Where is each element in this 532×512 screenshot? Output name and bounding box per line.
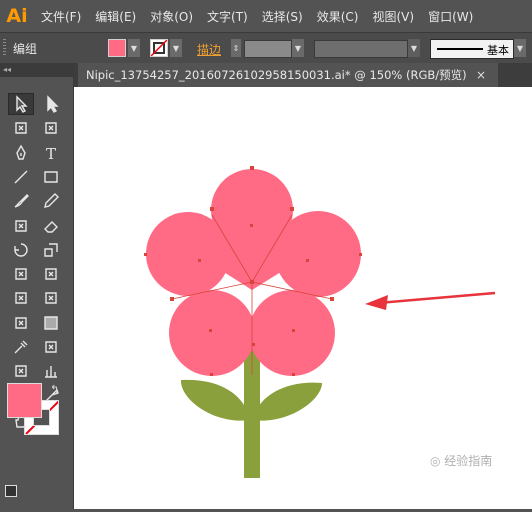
brush-definition-select[interactable]: 基本 [430,39,514,59]
blob-brush-tool-button[interactable] [8,215,34,237]
profile-dropdown-arrow[interactable]: ▼ [408,39,420,57]
symbol-sprayer-icon [15,365,27,377]
selection-tool-button[interactable] [8,93,34,115]
app-logo: Ai [6,5,28,27]
pointer-arrow [365,291,496,310]
stroke-color-swatch[interactable] [150,39,168,57]
rotate-icon [14,243,28,257]
eyedropper-icon [14,340,28,354]
lasso-icon [45,122,57,134]
fill-color-swatch[interactable] [108,39,126,57]
default-colors-icon[interactable] [5,485,17,497]
brush-stroke-preview [437,48,483,50]
selection-type-label: 编组 [13,42,38,56]
eyedropper-tool-button[interactable] [8,336,34,358]
menu-select[interactable]: 选择(S) [255,0,310,32]
free-transform-tool-button[interactable] [38,263,64,285]
brush-label: 基本 [487,44,509,57]
scale-icon [44,243,58,257]
pen-icon [16,144,26,160]
mesh-tool-button[interactable] [8,312,34,334]
variable-width-profile[interactable] [314,40,408,58]
petal-bottom-left[interactable] [169,290,255,376]
perspective-grid-icon [45,292,57,305]
stroke-weight-stepper[interactable]: ⇕ [231,39,241,57]
no-stroke-icon [151,40,167,56]
shape-builder-icon [15,292,27,305]
stroke-weight-input[interactable] [244,40,292,58]
blend-icon [45,341,57,353]
pen-tool-button[interactable] [8,142,34,164]
warp-tool-button[interactable] [8,263,34,285]
artboard-canvas[interactable]: ◎ 经验指南 [74,87,532,509]
stroke-dropdown-arrow[interactable]: ▼ [170,39,182,57]
menu-window[interactable]: 窗口(W) [421,0,480,32]
document-tab-bar: Nipic_13754257_20160726102958150031.ai* … [74,63,532,87]
column-graph-icon [45,366,57,378]
eraser-tool-button[interactable] [38,215,64,237]
pencil-tool-button[interactable] [38,190,64,212]
mesh-icon [15,316,27,329]
gradient-icon [44,315,58,330]
shape-builder-tool-button[interactable] [8,287,34,309]
blob-brush-icon [15,219,27,232]
rectangle-tool-button[interactable] [38,166,64,188]
magic-wand-icon [15,122,27,134]
fill-dropdown-arrow[interactable]: ▼ [128,39,140,57]
direct-selection-icon [47,95,59,113]
direct-selection-tool-button[interactable] [38,93,64,115]
column-graph-tool-button[interactable] [38,360,64,382]
svg-text:T: T [46,145,56,162]
menu-type[interactable]: 文字(T) [200,0,255,32]
line-tool-button[interactable] [8,166,34,188]
blend-tool-button[interactable] [38,336,64,358]
rotate-tool-button[interactable] [8,239,34,261]
paintbrush-icon [14,194,29,208]
selection-icon [16,95,28,113]
type-tool-button[interactable]: T [38,142,64,164]
stroke-label[interactable]: 描边 [197,41,221,58]
symbol-sprayer-tool-button[interactable] [8,360,34,382]
swap-fill-stroke-icon[interactable]: ↰ [50,383,59,396]
warp-icon [15,268,27,280]
gradient-tool-button[interactable] [38,312,64,334]
lasso-tool-button[interactable] [38,117,64,139]
free-transform-icon [45,268,57,280]
petal-bottom-right[interactable] [249,290,335,376]
menu-object[interactable]: 对象(O) [143,0,200,32]
paintbrush-tool-button[interactable] [8,190,34,212]
toolbox-panel: ◂◂ T [0,63,74,509]
panel-grip[interactable] [3,39,6,57]
control-bar: 编组 ▼ ▼ 描边 ⇕ ▼ ▼ 基本 ▼ [0,32,532,64]
scale-tool-button[interactable] [38,239,64,261]
menu-view[interactable]: 视图(V) [365,0,421,32]
line-icon [14,170,28,184]
menu-edit[interactable]: 编辑(E) [88,0,143,32]
toolbox-header[interactable]: ◂◂ [0,63,74,77]
menu-file[interactable]: 文件(F) [34,0,88,32]
perspective-grid-tool-button[interactable] [38,287,64,309]
document-tab[interactable]: Nipic_13754257_20160726102958150031.ai* … [78,63,498,87]
close-tab-icon[interactable]: × [476,68,486,82]
pencil-icon [44,193,59,209]
artwork [144,166,496,478]
magic-wand-tool-button[interactable] [8,117,34,139]
watermark: ◎ 经验指南 [430,454,493,468]
brush-dropdown-arrow[interactable]: ▼ [514,39,526,57]
rectangle-icon [44,171,58,183]
left-leaf[interactable] [180,379,250,421]
stroke-weight-dropdown[interactable]: ▼ [292,39,304,57]
menu-effect[interactable]: 效果(C) [310,0,366,32]
fill-swatch[interactable] [7,383,42,418]
eraser-icon [44,220,58,233]
type-icon: T [46,145,56,162]
right-leaf[interactable] [252,382,322,421]
menu-bar: Ai 文件(F) 编辑(E) 对象(O) 文字(T) 选择(S) 效果(C) 视… [0,0,532,32]
